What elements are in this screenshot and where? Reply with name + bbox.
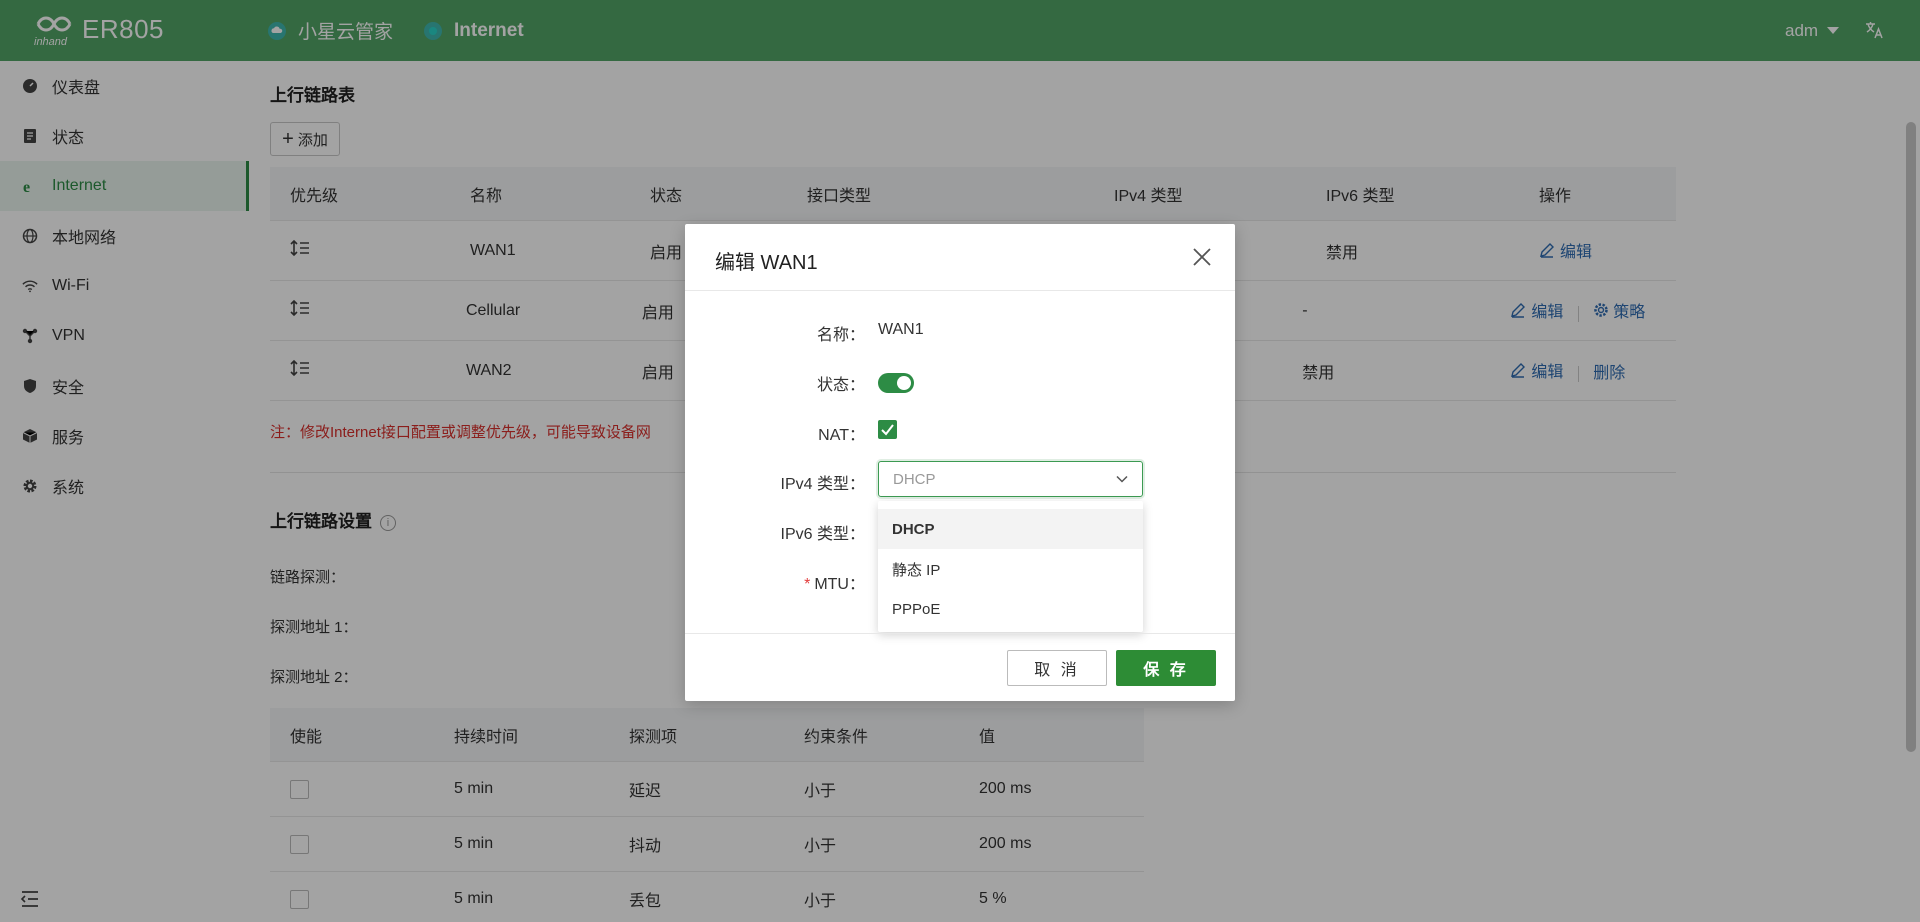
status-label: 状态： <box>816 377 865 394</box>
ipv4-type-dropdown: DHCP 静态 IP PPPoE <box>878 501 1143 632</box>
ipv4-type-select[interactable]: DHCP <box>878 461 1143 497</box>
chevron-down-icon <box>1116 475 1128 483</box>
dropdown-option-dhcp[interactable]: DHCP <box>878 509 1143 549</box>
edit-wan-dialog: 编辑 WAN1 名称： WAN1 状态： NAT： IPv4 类型： DHCP … <box>685 224 1235 701</box>
name-label: 名称： <box>816 327 865 344</box>
required-mark: * <box>804 576 811 593</box>
status-toggle[interactable] <box>878 373 914 393</box>
mtu-label: * MTU： <box>804 576 865 593</box>
nat-label: NAT： <box>818 427 865 444</box>
dialog-title: 编辑 WAN1 <box>715 252 818 274</box>
save-button[interactable]: 保 存 <box>1116 650 1216 686</box>
cancel-button[interactable]: 取 消 <box>1007 650 1107 686</box>
checkmark-icon <box>881 424 894 436</box>
ipv6-type-label: IPv6 类型： <box>780 526 865 543</box>
close-icon[interactable] <box>1191 246 1213 268</box>
name-value: WAN1 <box>878 321 924 338</box>
nat-checkbox[interactable] <box>878 420 897 439</box>
ipv4-type-label: IPv4 类型： <box>780 476 865 493</box>
dialog-footer: 取 消 保 存 <box>685 633 1235 701</box>
dialog-header: 编辑 WAN1 <box>685 224 1235 291</box>
dropdown-option-pppoe[interactable]: PPPoE <box>878 589 1143 629</box>
ipv4-select-value: DHCP <box>893 470 936 488</box>
dropdown-option-static-ip[interactable]: 静态 IP <box>878 549 1143 589</box>
